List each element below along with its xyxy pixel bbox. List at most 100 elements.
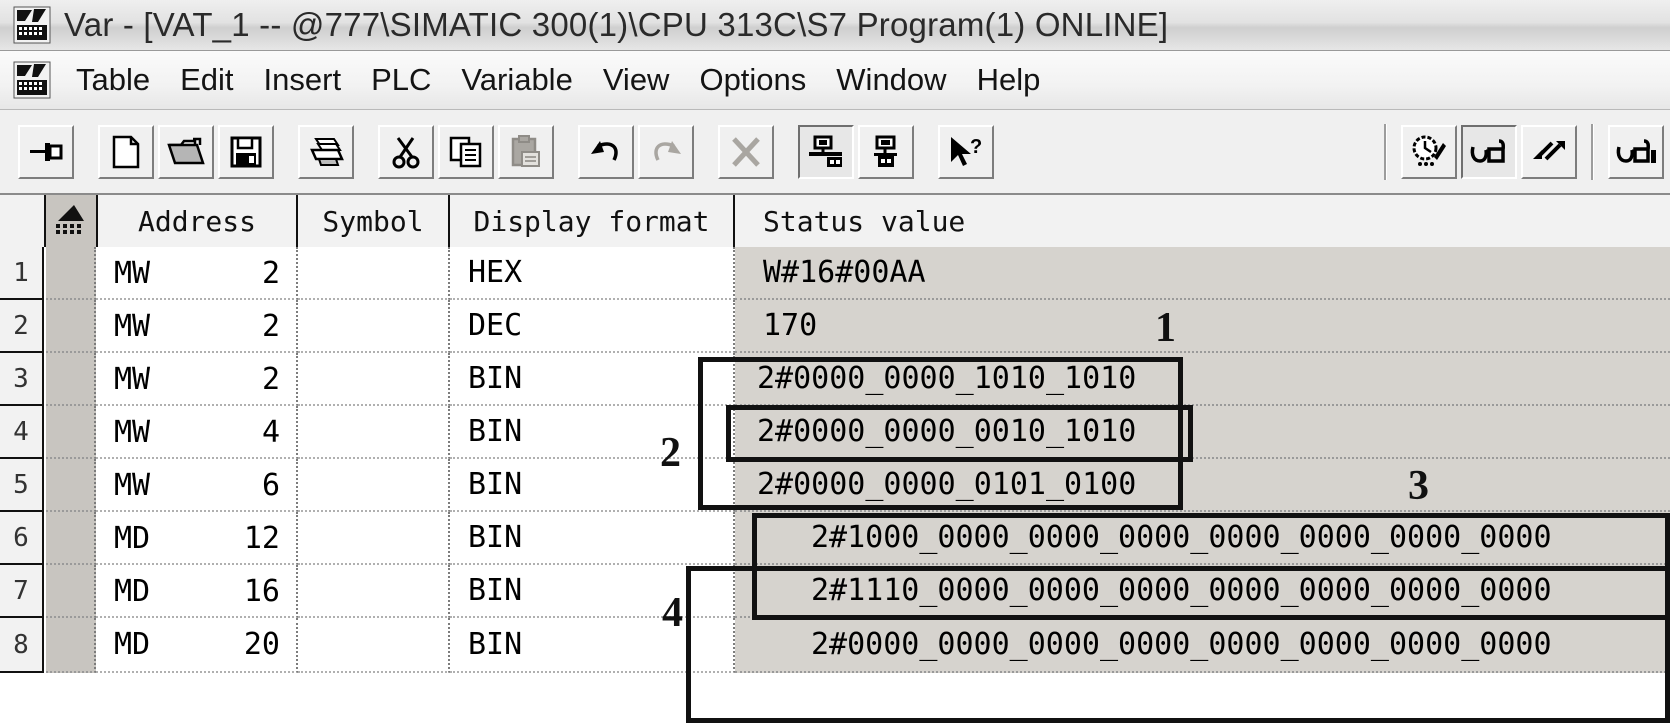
menu-item-plc[interactable]: PLC [371, 62, 431, 98]
copy-button[interactable] [438, 124, 494, 179]
column-header-status-value[interactable]: Status value [735, 195, 1670, 247]
row-number[interactable]: 3 [0, 353, 44, 406]
symbol-cell[interactable] [298, 353, 450, 406]
address-cell[interactable]: MD 12 [96, 512, 298, 565]
redo-button[interactable] [638, 124, 694, 179]
paste-button[interactable] [498, 124, 554, 179]
new-button[interactable] [98, 124, 154, 179]
table-header-row: Address Symbol Display format Status val… [0, 195, 1670, 247]
pin-icon [28, 137, 64, 167]
row-number[interactable]: 4 [0, 406, 44, 459]
display-format-cell[interactable]: BIN [450, 353, 735, 406]
table-row[interactable]: 3 MW 2 BIN 2#0000_0000_1010_1010 [0, 353, 1670, 406]
symbol-cell[interactable] [298, 618, 450, 673]
status-value-cell: 2#0000_0000_1010_1010 [735, 353, 1670, 406]
address-operand: MW [114, 362, 151, 397]
display-format-cell[interactable]: HEX [450, 247, 735, 300]
status-value-cell: 2#0000_0000_0010_1010 [735, 406, 1670, 459]
display-format-cell[interactable]: DEC [450, 300, 735, 353]
menu-item-insert[interactable]: Insert [264, 62, 342, 98]
table-row[interactable]: 2 MW 2 DEC 170 [0, 300, 1670, 353]
row-mark-cell[interactable] [46, 353, 96, 406]
row-number[interactable]: 2 [0, 300, 44, 353]
row-mark-cell[interactable] [46, 247, 96, 300]
row-mark-cell[interactable] [46, 512, 96, 565]
symbol-cell[interactable] [298, 565, 450, 618]
clock-pencil-icon [1410, 135, 1448, 169]
display-format-cell[interactable]: BIN [450, 618, 735, 673]
address-operand: MD [114, 574, 151, 609]
table-row[interactable]: 4 MW 4 BIN 2#0000_0000_0010_1010 [0, 406, 1670, 459]
menu-item-table[interactable]: Table [76, 62, 150, 98]
menu-item-variable[interactable]: Variable [461, 62, 572, 98]
modify-variable-button[interactable] [1521, 124, 1577, 179]
open-button[interactable] [158, 124, 214, 179]
cut-button[interactable] [378, 124, 434, 179]
symbol-cell[interactable] [298, 247, 450, 300]
row-mark-cell[interactable] [46, 300, 96, 353]
column-header-mark[interactable] [46, 195, 98, 247]
symbol-cell[interactable] [298, 300, 450, 353]
address-cell[interactable]: MD 20 [96, 618, 298, 673]
row-number[interactable]: 6 [0, 512, 44, 565]
trigger-button[interactable] [1401, 124, 1457, 179]
column-header-address[interactable]: Address [98, 195, 298, 247]
address-cell[interactable]: MD 16 [96, 565, 298, 618]
row-mark-cell[interactable] [46, 406, 96, 459]
row-mark-cell[interactable] [46, 618, 96, 673]
table-row[interactable]: 8 MD 20 BIN 2#0000_0000_0000_0000_0000_0… [0, 618, 1670, 673]
display-format-cell[interactable]: BIN [450, 406, 735, 459]
save-button[interactable] [218, 124, 274, 179]
row-number[interactable]: 8 [0, 618, 44, 673]
address-cell[interactable]: MW 2 [96, 300, 298, 353]
monitor-once-button[interactable] [1608, 124, 1664, 179]
context-help-button[interactable]: ? [938, 124, 994, 179]
display-format-cell[interactable]: BIN [450, 512, 735, 565]
clipboard-paste-icon [510, 134, 542, 169]
menu-item-help[interactable]: Help [977, 62, 1041, 98]
row-number[interactable]: 5 [0, 459, 44, 512]
copy-icon [449, 136, 483, 168]
column-header-symbol[interactable]: Symbol [298, 195, 450, 247]
display-format-cell[interactable]: BIN [450, 459, 735, 512]
menu-item-options[interactable]: Options [699, 62, 806, 98]
menu-item-edit[interactable]: Edit [180, 62, 233, 98]
pin-window-button[interactable] [18, 124, 74, 179]
display-format-cell[interactable]: BIN [450, 565, 735, 618]
symbol-cell[interactable] [298, 512, 450, 565]
column-header-display-format[interactable]: Display format [450, 195, 735, 247]
address-cell[interactable]: MW 2 [96, 353, 298, 406]
address-cell[interactable]: MW 2 [96, 247, 298, 300]
print-button[interactable] [298, 124, 354, 179]
symbol-cell[interactable] [298, 406, 450, 459]
row-mark-cell[interactable] [46, 565, 96, 618]
address-operand: MW [114, 256, 151, 291]
menu-item-window[interactable]: Window [836, 62, 946, 98]
delete-button[interactable] [718, 124, 774, 179]
table-row[interactable]: 7 MD 16 BIN 2#1110_0000_0000_0000_0000_0… [0, 565, 1670, 618]
sort-mark-icon [54, 201, 88, 242]
menu-item-view[interactable]: View [603, 62, 670, 98]
plc-link-button[interactable] [858, 124, 914, 179]
table-row[interactable]: 1 MW 2 HEX W#16#00AA [0, 247, 1670, 300]
monitor-variable-button[interactable] [1461, 124, 1517, 179]
row-mark-cell[interactable] [46, 459, 96, 512]
address-offset: 6 [261, 468, 280, 503]
var-table-window: Var - [VAT_1 -- @777\SIMATIC 300(1)\CPU … [0, 0, 1670, 723]
address-offset: 2 [261, 256, 280, 291]
symbol-cell[interactable] [298, 459, 450, 512]
address-operand: MW [114, 309, 151, 344]
printer-icon [307, 135, 345, 169]
address-offset: 20 [243, 627, 280, 662]
table-row[interactable]: 6 MD 12 BIN 2#1000_0000_0000_0000_0000_0… [0, 512, 1670, 565]
row-number[interactable]: 7 [0, 565, 44, 618]
address-cell[interactable]: MW 4 [96, 406, 298, 459]
simatic-var-table-icon [12, 60, 52, 100]
address-cell[interactable]: MW 6 [96, 459, 298, 512]
status-value-cell: 2#1110_0000_0000_0000_0000_0000_0000_000… [735, 565, 1670, 618]
connect-online-button[interactable] [798, 124, 854, 179]
undo-button[interactable] [578, 124, 634, 179]
row-number[interactable]: 1 [0, 247, 44, 300]
status-value-cell: 2#0000_0000_0101_0100 [735, 459, 1670, 512]
open-folder-icon [167, 135, 205, 169]
